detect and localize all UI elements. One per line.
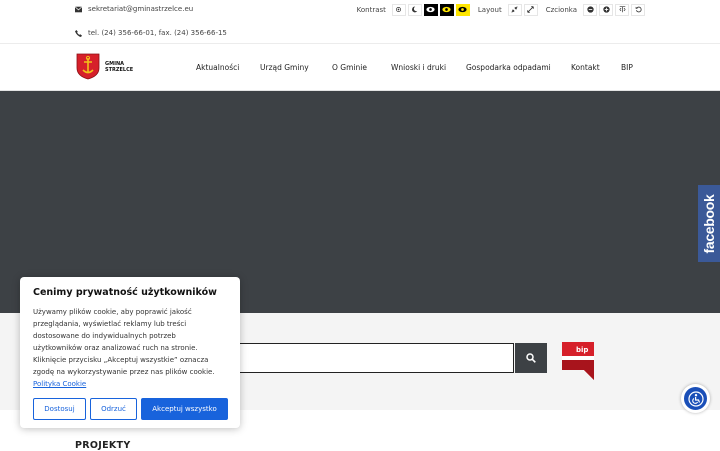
contrast-yellow-black-eye-icon[interactable] [455, 3, 470, 16]
cookie-text: Używamy plików cookie, aby poprawić jako… [33, 306, 227, 390]
dark-mode-moon-icon[interactable] [407, 3, 422, 16]
phone-icon [75, 29, 82, 37]
font-increase-icon[interactable] [599, 3, 613, 16]
accessibility-widget-inner [683, 386, 708, 411]
cookie-title: Cenimy prywatność użytkowników [33, 287, 217, 298]
expand-icon[interactable] [523, 3, 538, 16]
contrast-label: Kontrast [356, 5, 386, 14]
cookie-body: Używamy plików cookie, aby poprawić jako… [33, 308, 215, 376]
customize-button[interactable]: Dostosuj [33, 398, 86, 420]
email-line[interactable]: sekretariat@gminastrzelce.eu [75, 5, 193, 13]
contrast-black-white-eye-icon[interactable] [423, 3, 438, 16]
accept-all-button[interactable]: Akceptuj wszystko [141, 398, 228, 420]
nav-label[interactable]: BIP [621, 63, 633, 72]
facebook-label[interactable]: facebook [701, 194, 717, 253]
phone-text: tel. (24) 356-66-01, fax. (24) 356-66-15 [88, 29, 227, 37]
bip-logo-link[interactable]: bip [562, 342, 594, 380]
contrast-default-icon[interactable] [391, 3, 406, 16]
search-button[interactable] [515, 343, 547, 373]
accessibility-toolbar: Kontrast Layout Czcionka [349, 3, 645, 16]
layout-label: Layout [477, 5, 502, 14]
envelope-icon [75, 5, 82, 12]
facebook-side-tab[interactable]: facebook [698, 185, 720, 262]
reset-icon[interactable] [631, 3, 645, 16]
nav-label[interactable]: Kontakt [571, 63, 600, 72]
contrast-black-yellow-eye-icon[interactable] [439, 3, 454, 16]
section-title: PROJEKTY [75, 440, 131, 451]
text-spacing-icon[interactable] [615, 3, 629, 16]
font-decrease-icon[interactable] [583, 3, 597, 16]
nav-item-wnioski-i-druki[interactable]: Wnioski i druki [391, 44, 446, 91]
nav-label[interactable]: Urząd Gminy [260, 63, 309, 72]
compress-icon[interactable] [507, 3, 522, 16]
cookie-policy-link[interactable]: Polityka Cookie [33, 380, 86, 388]
nav-label[interactable]: Gospodarka odpadami [466, 63, 551, 72]
nav-label[interactable]: Wnioski i druki [391, 63, 446, 72]
nav-label[interactable]: O Gminie [332, 63, 367, 72]
main-navbar: GMINA STRZELCE Aktualności Urząd Gminy O… [0, 44, 720, 91]
logo-line-2: STRZELCE [105, 66, 134, 73]
cookie-buttons: Dostosuj Odrzuć Akceptuj wszystko [33, 398, 228, 420]
cookie-consent-dialog: Cenimy prywatność użytkowników Używamy p… [20, 277, 240, 428]
nav-item-o-gminie[interactable]: O Gminie [332, 44, 367, 91]
email-text[interactable]: sekretariat@gminastrzelce.eu [88, 5, 193, 13]
wheelchair-icon [687, 390, 704, 407]
site-logo[interactable]: GMINA STRZELCE [76, 53, 133, 80]
nav-item-bip[interactable]: BIP [621, 44, 633, 91]
font-label: Czcionka [545, 5, 577, 14]
nav-label[interactable]: Aktualności [196, 63, 239, 72]
nav-item-kontakt[interactable]: Kontakt [571, 44, 600, 91]
reject-button[interactable]: Odrzuć [90, 398, 137, 420]
bip-logo-text: bip [576, 346, 589, 354]
accessibility-widget-button[interactable] [681, 384, 710, 413]
phone-line: tel. (24) 356-66-01, fax. (24) 356-66-15 [75, 29, 227, 37]
nav-item-gospodarka-odpadami[interactable]: Gospodarka odpadami [466, 44, 551, 91]
nav-item-aktualnosci[interactable]: Aktualności [196, 44, 239, 91]
nav-item-urzad-gminy[interactable]: Urząd Gminy [260, 44, 309, 91]
coat-of-arms-icon [76, 53, 100, 80]
top-bar: sekretariat@gminastrzelce.eu tel. (24) 3… [0, 0, 720, 44]
search-icon [526, 353, 536, 363]
